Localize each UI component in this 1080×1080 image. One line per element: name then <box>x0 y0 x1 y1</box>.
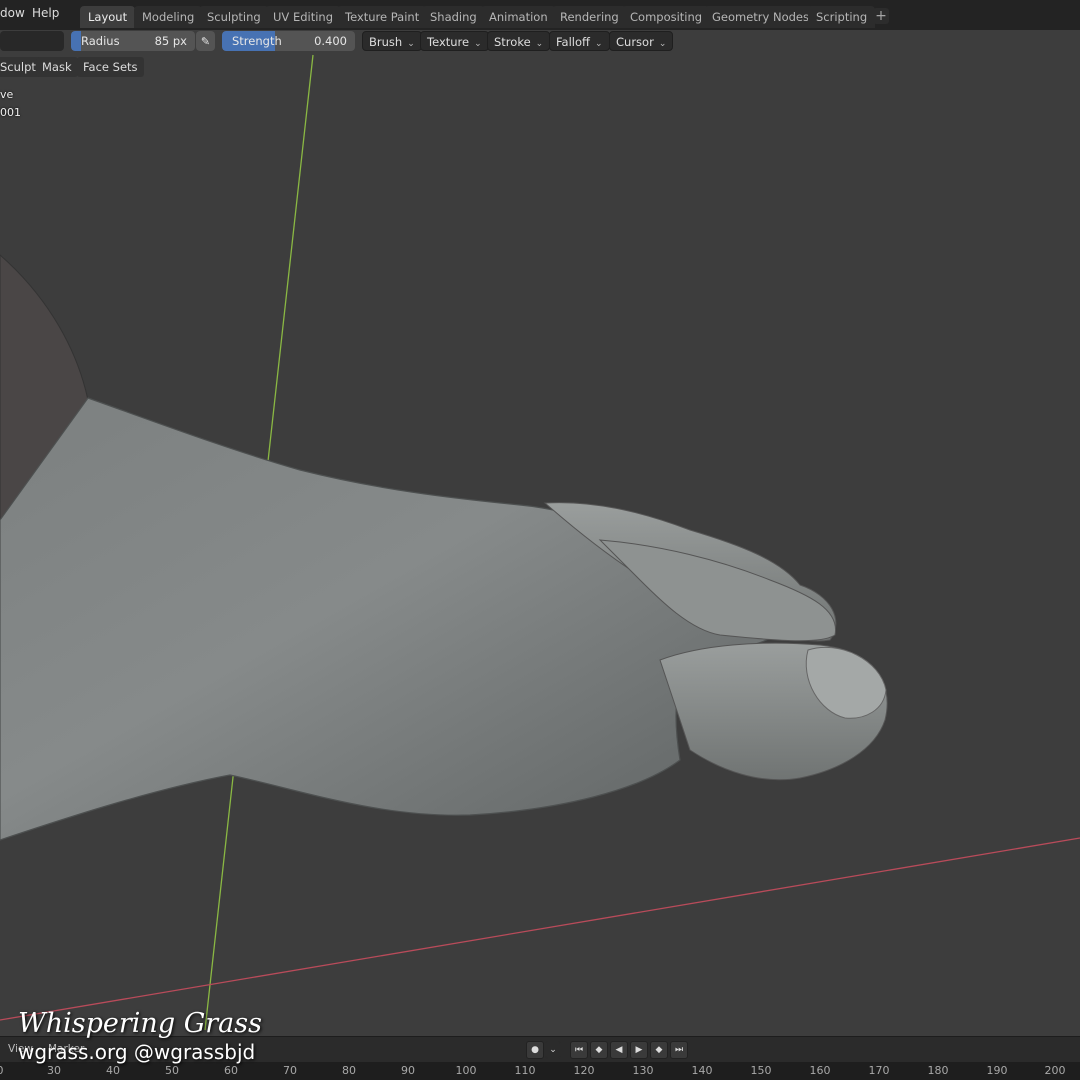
tab-texture-paint[interactable]: Texture Paint <box>337 6 428 28</box>
menu-window[interactable]: dow <box>0 6 25 20</box>
radius-slider[interactable]: Radius 85 px <box>71 31 195 51</box>
foot-mesh <box>0 397 781 841</box>
chevron-down-icon: ⌄ <box>407 39 415 49</box>
timeline-tick: 40 <box>106 1064 120 1077</box>
tab-sculpting[interactable]: Sculpting <box>199 6 269 28</box>
jump-end-icon: ⏭ <box>674 1045 684 1055</box>
timeline-tick: 140 <box>691 1064 713 1077</box>
tab-modeling[interactable]: Modeling <box>134 6 203 28</box>
timeline-tick: 70 <box>283 1064 297 1077</box>
stroke-dropdown[interactable]: Stroke ⌄ <box>487 31 551 51</box>
top-bar: dow Help Layout Modeling Sculpting UV Ed… <box>0 0 1080 31</box>
menu-mask[interactable]: Mask <box>36 57 78 77</box>
tool-header: Radius 85 px ✎ Strength 0.400 Brush ⌄ Tex… <box>0 30 1080 54</box>
timeline-tick: 170 <box>868 1064 890 1077</box>
cursor-dropdown-label: Cursor <box>616 35 654 49</box>
prev-keyframe-icon: ◆ <box>595 1045 603 1055</box>
brush-name-field[interactable] <box>0 31 64 51</box>
stroke-dropdown-label: Stroke <box>494 35 531 49</box>
cursor-dropdown[interactable]: Cursor ⌄ <box>609 31 674 51</box>
tab-layout[interactable]: Layout <box>80 6 136 28</box>
timeline-tick: 50 <box>165 1064 179 1077</box>
timeline-tick: 30 <box>47 1064 61 1077</box>
keying-dropdown[interactable]: ⌄ <box>545 1041 561 1059</box>
radius-label: Radius <box>81 34 120 48</box>
play-reverse-icon: ◀ <box>615 1045 623 1055</box>
timeline-tick: 110 <box>514 1064 536 1077</box>
timeline-tick: 190 <box>986 1064 1008 1077</box>
timeline-ruler[interactable]: 0 30 40 50 60 70 80 90 100 110 120 130 1… <box>0 1062 1080 1080</box>
chevron-down-icon: ⌄ <box>594 39 603 49</box>
falloff-dropdown-label: Falloff <box>556 35 590 49</box>
menu-help[interactable]: Help <box>32 6 59 20</box>
strength-label: Strength <box>232 34 282 48</box>
texture-dropdown[interactable]: Texture ⌄ <box>420 31 489 51</box>
timeline-tick: 80 <box>342 1064 356 1077</box>
watermark-subtitle: wgrass.org @wgrassbjd <box>18 1040 256 1064</box>
chevron-down-icon: ⌄ <box>658 39 667 49</box>
viewport-overlay-line2: 001 <box>0 106 21 119</box>
play-reverse-button[interactable]: ◀ <box>610 1041 628 1059</box>
radius-slider-fill <box>71 31 81 51</box>
tab-animation[interactable]: Animation <box>481 6 556 28</box>
next-keyframe-icon: ◆ <box>655 1045 663 1055</box>
tab-compositing[interactable]: Compositing <box>622 6 711 28</box>
chevron-down-icon: ⌄ <box>549 1045 557 1055</box>
pen-pressure-button[interactable]: ✎ <box>196 31 215 51</box>
timeline-tick: 200 <box>1044 1064 1066 1077</box>
tab-uv-editing[interactable]: UV Editing <box>265 6 341 28</box>
jump-start-button[interactable]: ⏮ <box>570 1041 588 1059</box>
tab-geometry-nodes[interactable]: Geometry Nodes <box>704 6 818 28</box>
timeline-tick: 60 <box>224 1064 238 1077</box>
timeline-tick: 150 <box>750 1064 772 1077</box>
timeline-tick: 100 <box>455 1064 477 1077</box>
texture-dropdown-label: Texture <box>427 35 470 49</box>
record-button[interactable]: ● <box>526 1041 544 1059</box>
viewport-scene <box>0 54 1080 1031</box>
record-icon: ● <box>531 1045 539 1055</box>
menu-face-sets[interactable]: Face Sets <box>77 57 144 77</box>
3d-viewport[interactable] <box>0 0 1080 1080</box>
jump-end-button[interactable]: ⏭ <box>670 1041 688 1059</box>
timeline-tick: 180 <box>927 1064 949 1077</box>
tab-shading[interactable]: Shading <box>422 6 485 28</box>
strength-value: 0.400 <box>314 34 347 48</box>
radius-value: 85 px <box>154 34 187 48</box>
tab-scripting[interactable]: Scripting <box>808 6 876 28</box>
next-keyframe-button[interactable]: ◆ <box>650 1041 668 1059</box>
brush-dropdown[interactable]: Brush ⌄ <box>362 31 422 51</box>
viewport-overlay-line1: ve <box>0 88 14 101</box>
play-button[interactable]: ▶ <box>630 1041 648 1059</box>
timeline-tick: 90 <box>401 1064 415 1077</box>
x-axis-line <box>0 837 1080 1021</box>
brush-dropdown-label: Brush <box>369 35 403 49</box>
tab-rendering[interactable]: Rendering <box>552 6 627 28</box>
prev-keyframe-button[interactable]: ◆ <box>590 1041 608 1059</box>
pen-pressure-icon: ✎ <box>200 35 211 48</box>
chevron-down-icon: ⌄ <box>535 39 544 49</box>
falloff-dropdown[interactable]: Falloff ⌄ <box>549 31 610 51</box>
timeline-tick: 160 <box>809 1064 831 1077</box>
jump-start-icon: ⏮ <box>574 1045 584 1055</box>
add-workspace-button[interactable]: + <box>873 8 889 24</box>
watermark-title: Whispering Grass <box>18 1008 262 1039</box>
timeline-tick: 130 <box>632 1064 654 1077</box>
timeline-tick: 120 <box>573 1064 595 1077</box>
play-icon: ▶ <box>635 1045 643 1055</box>
timeline-tick: 0 <box>0 1064 4 1077</box>
chevron-down-icon: ⌄ <box>474 39 482 49</box>
strength-slider[interactable]: Strength 0.400 <box>222 31 355 51</box>
